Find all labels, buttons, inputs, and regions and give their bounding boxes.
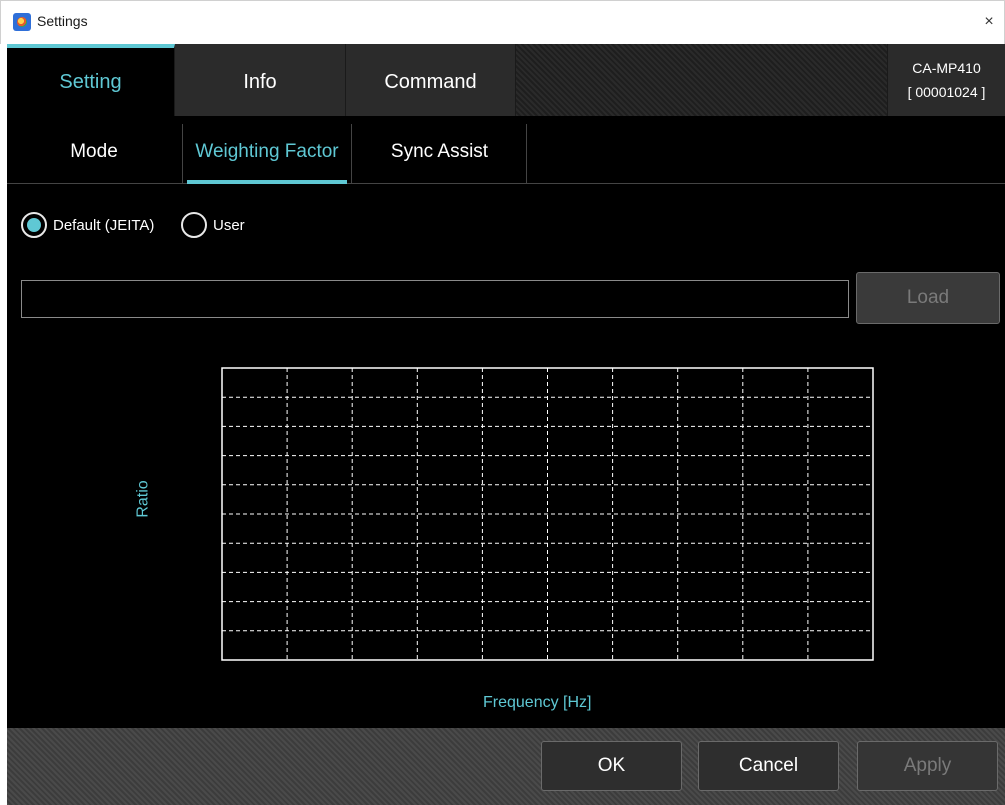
main-tab-bar: Setting Info Command CA-MP410 [ 00001024…	[7, 44, 1005, 116]
subtab-mode[interactable]: Mode	[7, 124, 181, 184]
ok-button[interactable]: OK	[541, 741, 682, 791]
apply-button[interactable]: Apply	[857, 741, 998, 791]
load-button[interactable]: Load	[856, 272, 1000, 324]
cancel-button[interactable]: Cancel	[698, 741, 839, 791]
sub-tab-bar: Mode Weighting Factor Sync Assist	[7, 116, 1005, 184]
subtab-sync-assist[interactable]: Sync Assist	[353, 124, 527, 184]
tab-setting[interactable]: Setting	[7, 44, 175, 116]
window-title: Settings	[37, 13, 88, 29]
radio-user-label: User	[213, 216, 245, 234]
tab-info[interactable]: Info	[175, 44, 346, 116]
app-icon	[13, 13, 31, 31]
settings-window: Setting Info Command CA-MP410 [ 00001024…	[7, 44, 1005, 805]
chart-plot	[221, 367, 874, 661]
radio-user[interactable]: User	[181, 210, 245, 240]
file-path-field[interactable]	[21, 280, 849, 318]
x-axis-label: Frequency [Hz]	[483, 694, 592, 711]
radio-default-label: Default (JEITA)	[53, 216, 155, 234]
radio-unselected-icon	[181, 212, 207, 238]
device-model: CA-MP410	[912, 60, 981, 76]
tab-command[interactable]: Command	[346, 44, 516, 116]
radio-selected-icon	[21, 212, 47, 238]
subtab-weighting-factor[interactable]: Weighting Factor	[182, 124, 352, 184]
title-bar: Settings ×	[0, 0, 1005, 44]
device-info: CA-MP410 [ 00001024 ]	[887, 44, 1005, 116]
y-axis-label: Ratio	[134, 480, 152, 518]
device-serial: [ 00001024 ]	[907, 84, 986, 100]
radio-default-jeita[interactable]: Default (JEITA)	[21, 210, 154, 240]
dialog-footer: OK Cancel Apply	[7, 728, 1005, 805]
weighting-chart: Ratio Frequency [Hz]	[7, 334, 1005, 724]
close-button[interactable]: ×	[974, 7, 1004, 37]
